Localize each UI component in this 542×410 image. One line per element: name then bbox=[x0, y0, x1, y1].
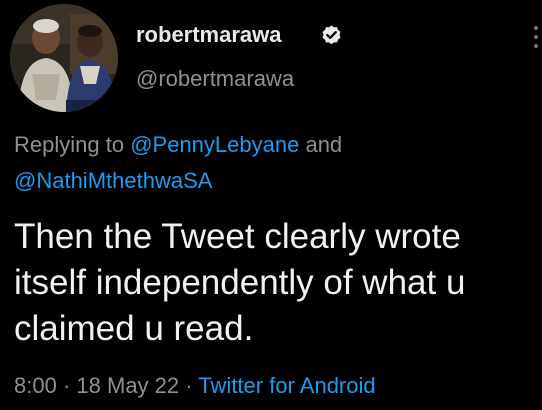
tweet-card: robertmarawa @robertmarawa Replying to @… bbox=[0, 0, 542, 410]
replying-to-line: Replying to @PennyLebyane and bbox=[14, 132, 342, 158]
tweet-date[interactable]: 18 May 22 bbox=[76, 373, 179, 398]
replying-to-line-2: @NathiMthethwaSA bbox=[14, 168, 212, 194]
tweet-text-line: itself independently of what u bbox=[14, 263, 466, 302]
avatar[interactable] bbox=[10, 4, 118, 112]
replying-to-label: Replying to bbox=[14, 132, 125, 157]
tweet-source-link[interactable]: Twitter for Android bbox=[198, 373, 375, 398]
verified-badge-icon bbox=[322, 25, 341, 45]
avatar-photo bbox=[10, 4, 118, 112]
tweet-meta: 8:00 · 18 May 22 · Twitter for Android bbox=[14, 373, 376, 399]
user-handle[interactable]: @robertmarawa bbox=[136, 66, 294, 92]
tweet-text-line: Then the Tweet clearly wrote bbox=[14, 217, 461, 256]
meta-separator: · bbox=[185, 373, 193, 398]
display-name[interactable]: robertmarawa bbox=[136, 22, 282, 48]
tweet-time[interactable]: 8:00 bbox=[14, 373, 57, 398]
mention-link[interactable]: @NathiMthethwaSA bbox=[14, 168, 212, 193]
tweet-text-line: claimed u read. bbox=[14, 309, 254, 348]
replying-to-joiner: and bbox=[305, 132, 343, 157]
tweet-text: Then the Tweet clearly wrote itself inde… bbox=[14, 214, 534, 352]
more-options-icon[interactable] bbox=[533, 26, 539, 52]
mention-link[interactable]: @PennyLebyane bbox=[130, 132, 299, 157]
meta-separator: · bbox=[62, 373, 71, 398]
